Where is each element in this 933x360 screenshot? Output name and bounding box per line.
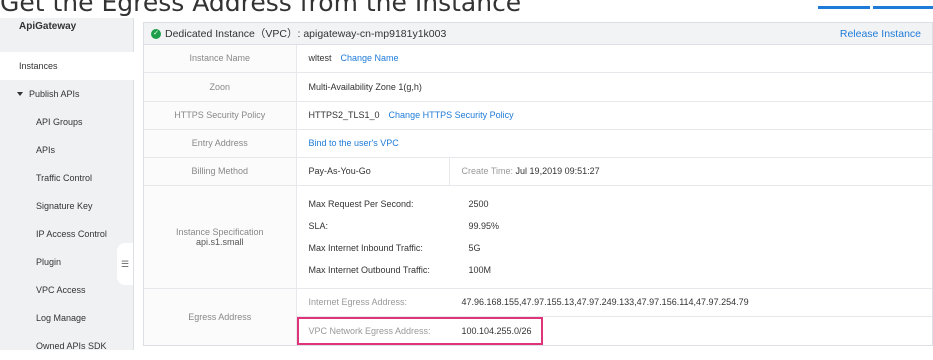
spec-value: 5G [468, 242, 481, 253]
zone-value: Multi-Availability Zone 1(g,h) [296, 72, 932, 102]
spec-value: 100M [468, 264, 492, 275]
change-https-policy-link[interactable]: Change HTTPS Security Policy [389, 110, 514, 120]
sidebar-item-owned-apis-sdk[interactable]: Owned APIs SDK [0, 332, 134, 360]
instance-name-value: wltest [308, 53, 332, 64]
sidebar-item-publish-apis[interactable]: Publish APIs [0, 80, 134, 108]
create-time-label: Create Time: [461, 166, 514, 176]
billing-value: Pay-As-You-Go [296, 157, 450, 186]
row-label: Egress Address [144, 288, 297, 345]
row-label: HTTPS Security Policy [144, 101, 297, 130]
sidebar-item-plugin[interactable]: Plugin [0, 248, 134, 276]
instance-details-table: Instance Name wltest Change Name Zoon Mul… [144, 45, 932, 345]
spec-list: Max Request Per Second: 2500 SLA: 99.95% M… [296, 185, 932, 289]
spec-label: Instance Specification [175, 226, 264, 237]
sidebar-item-ip-access-control[interactable]: IP Access Control [0, 220, 134, 248]
table-row: Entry Address Bind to the user's VPC [144, 129, 932, 158]
spec-key: Max Request Per Second: [308, 198, 414, 209]
sidebar-item-log-manage[interactable]: Log Manage [0, 304, 134, 332]
sidebar: ApiGateway Instances Publish APIs API Gr… [0, 18, 135, 351]
https-policy-value: HTTPS2_TLS1_0 [308, 110, 380, 120]
spec-sublabel: api.s1.small [195, 236, 244, 247]
title-decoration [818, 6, 933, 9]
page-title: Get the Egress Address from the Instance [0, 0, 522, 17]
change-name-link[interactable]: Change Name [341, 53, 399, 63]
spec-value: 99.95% [468, 220, 500, 231]
spec-key: SLA: [308, 220, 329, 231]
table-row: Instance Specification api.s1.small Max R… [144, 185, 932, 289]
internet-egress-value: 47.96.168.155,47.97.155.13,47.97.249.133… [461, 297, 749, 308]
sidebar-item-instances[interactable]: Instances [0, 52, 135, 80]
sidebar-item-vpc-access[interactable]: VPC Access [0, 276, 134, 304]
instance-panel: ✓ Dedicated Instance（VPC）: apigateway-cn… [143, 22, 933, 346]
row-label: Instance Name [144, 45, 297, 73]
collapse-sidebar-handle[interactable]: ☰ [117, 243, 133, 285]
release-instance-link[interactable]: Release Instance [840, 23, 921, 45]
sidebar-item-label: Publish APIs [29, 89, 80, 99]
menu-icon: ☰ [120, 258, 130, 269]
row-label: Instance Specification api.s1.small [144, 185, 297, 289]
highlight-box [297, 317, 543, 345]
check-circle-icon: ✓ [151, 28, 161, 39]
internet-egress-label: Internet Egress Address: [308, 297, 408, 308]
sidebar-item-traffic-control[interactable]: Traffic Control [0, 164, 134, 192]
sidebar-header: ApiGateway [19, 21, 77, 32]
caret-down-icon [17, 91, 23, 96]
bind-vpc-link[interactable]: Bind to the user's VPC [309, 138, 399, 148]
sidebar-item-signature-key[interactable]: Signature Key [0, 192, 134, 220]
spec-key: Max Internet Outbound Traffic: [308, 264, 430, 275]
table-row: HTTPS Security Policy HTTPS2_TLS1_0 Chang… [144, 101, 932, 130]
table-row: Billing Method Pay-As-You-Go Create Time… [144, 157, 932, 186]
row-label: Entry Address [144, 129, 297, 158]
instance-title: Dedicated Instance（VPC）: apigateway-cn-m… [165, 28, 447, 40]
spec-value: 2500 [468, 198, 489, 209]
panel-header: ✓ Dedicated Instance（VPC）: apigateway-cn… [144, 23, 932, 45]
table-row: Zoon Multi-Availability Zone 1(g,h) [144, 72, 932, 102]
create-time-value: Jul 19,2019 09:51:27 [515, 166, 600, 176]
row-label: Billing Method [144, 157, 297, 186]
table-row: Instance Name wltest Change Name [144, 45, 932, 73]
sidebar-item-api-groups[interactable]: API Groups [0, 108, 134, 136]
row-label: Zoon [144, 72, 297, 102]
spec-key: Max Internet Inbound Traffic: [308, 242, 423, 253]
sidebar-item-apis[interactable]: APIs [0, 136, 134, 164]
